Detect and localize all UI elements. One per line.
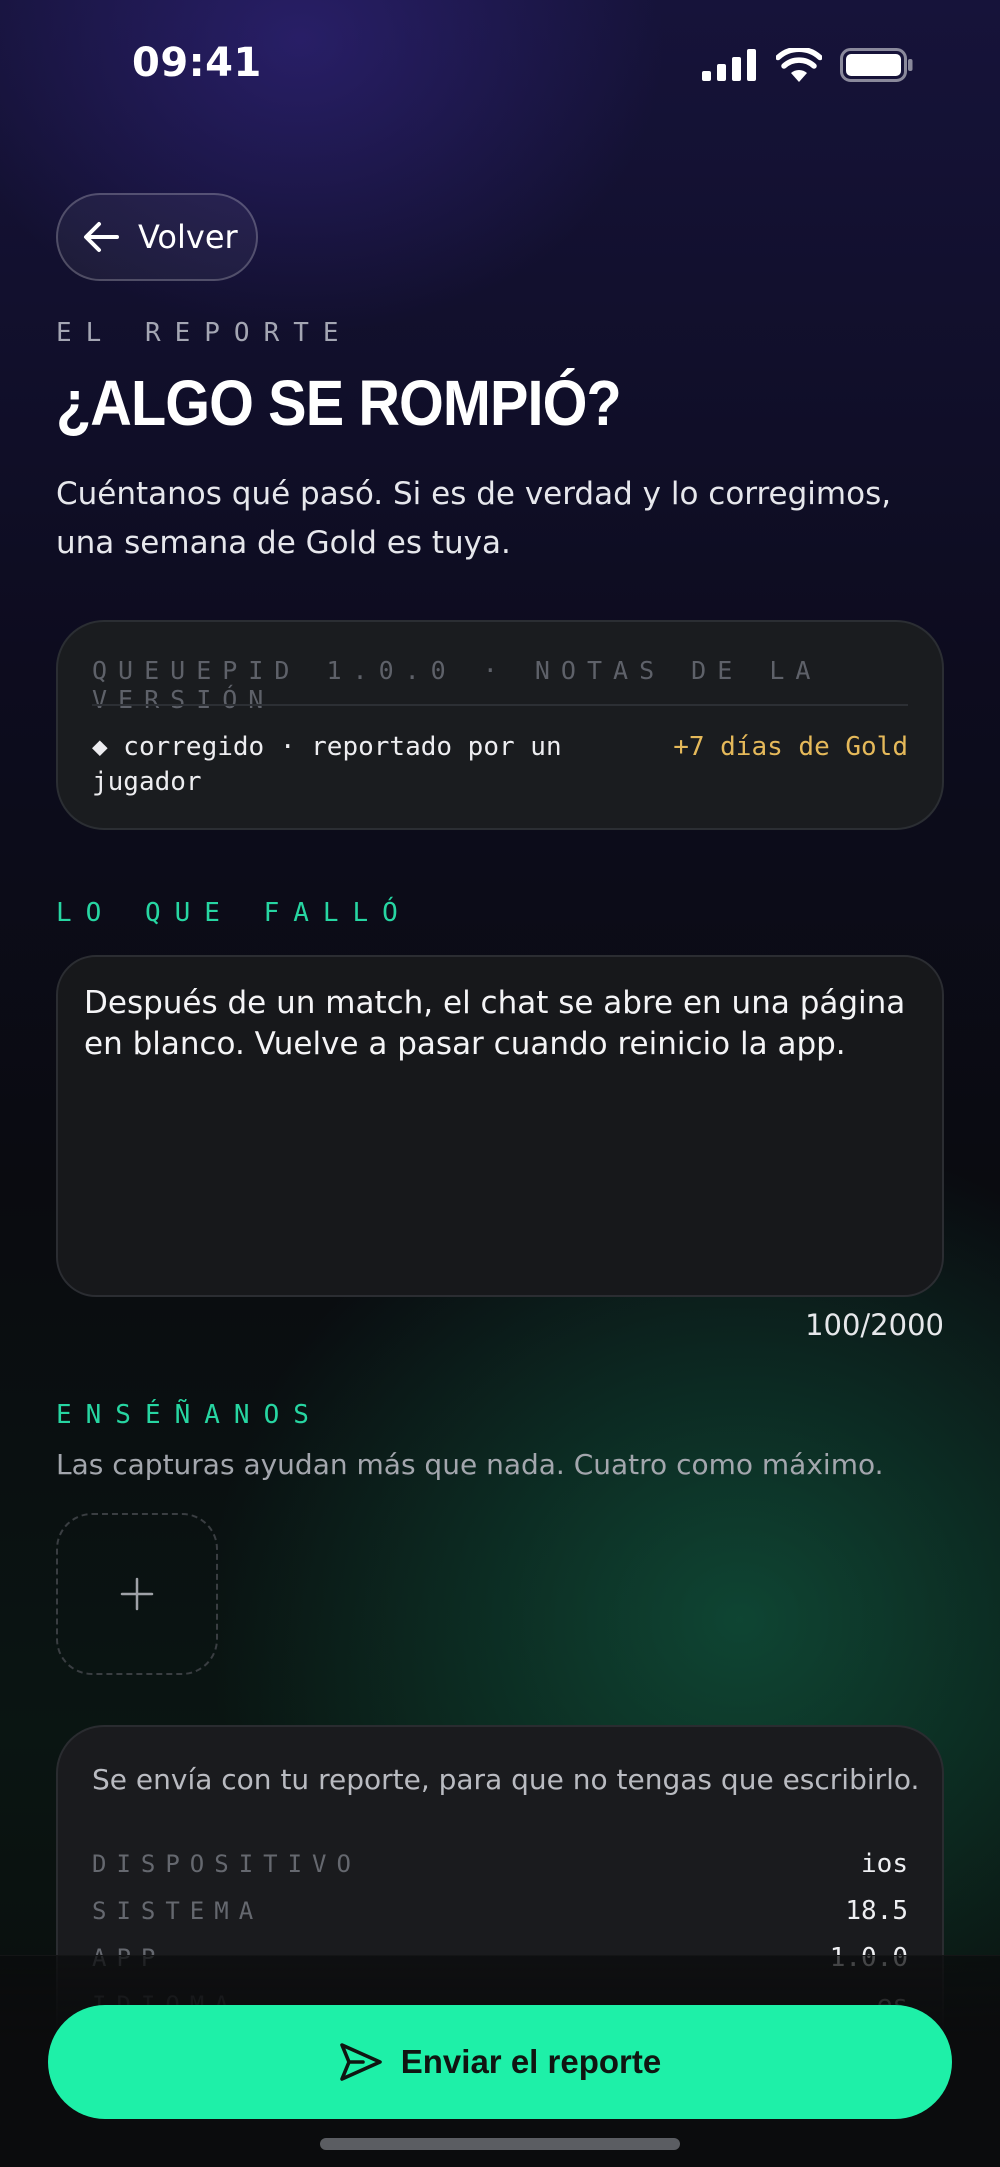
description-label: LO QUE FALLÓ (56, 898, 412, 928)
info-key: SISTEMA (92, 1897, 264, 1925)
arrow-left-icon (84, 222, 119, 252)
status-bar: 09:41 (0, 0, 1000, 130)
page-eyebrow: EL REPORTE (56, 318, 353, 348)
char-count: 100/2000 (805, 1308, 944, 1342)
info-row: DISPOSITIVO ios (92, 1844, 908, 1884)
battery-icon (840, 48, 913, 82)
wifi-icon (776, 48, 822, 82)
send-icon (339, 2043, 382, 2081)
status-time: 09:41 (132, 40, 262, 86)
info-value: 18.5 (845, 1896, 908, 1926)
back-label: Volver (138, 218, 238, 256)
plus-icon (120, 1577, 154, 1611)
page-title: ¿ALGO SE ROMPIÓ? (56, 367, 622, 439)
release-notes-card: QUEUEPID 1.0.0 · NOTAS DE LA VERSIÓN ◆ c… (56, 620, 944, 830)
screenshots-hint: Las capturas ayudan más que nada. Cuatro… (56, 1448, 884, 1481)
cellular-signal-icon (702, 49, 756, 81)
screenshots-label: ENSÉÑANOS (56, 1400, 323, 1430)
submit-label: Enviar el reporte (400, 2043, 662, 2080)
description-field[interactable]: Después de un match, el chat se abre en … (56, 955, 944, 1297)
bottom-action-bar: Enviar el reporte (0, 1955, 1000, 2167)
divider (92, 704, 908, 706)
info-key: DISPOSITIVO (92, 1850, 361, 1878)
home-indicator (320, 2138, 680, 2150)
info-row: SISTEMA 18.5 (92, 1891, 908, 1931)
add-screenshot-button[interactable] (56, 1513, 218, 1675)
status-icons (702, 48, 914, 82)
device-info-intro: Se envía con tu reporte, para que no ten… (92, 1763, 920, 1796)
info-value: ios (861, 1849, 908, 1879)
back-button[interactable]: Volver (56, 193, 258, 281)
release-notes-item: ◆ corregido · reportado por un jugador (92, 732, 562, 797)
reward-badge: +7 días de Gold (673, 732, 908, 762)
page-intro: Cuéntanos qué pasó. Si es de verdad y lo… (56, 476, 892, 561)
submit-report-button[interactable]: Enviar el reporte (48, 2005, 952, 2119)
